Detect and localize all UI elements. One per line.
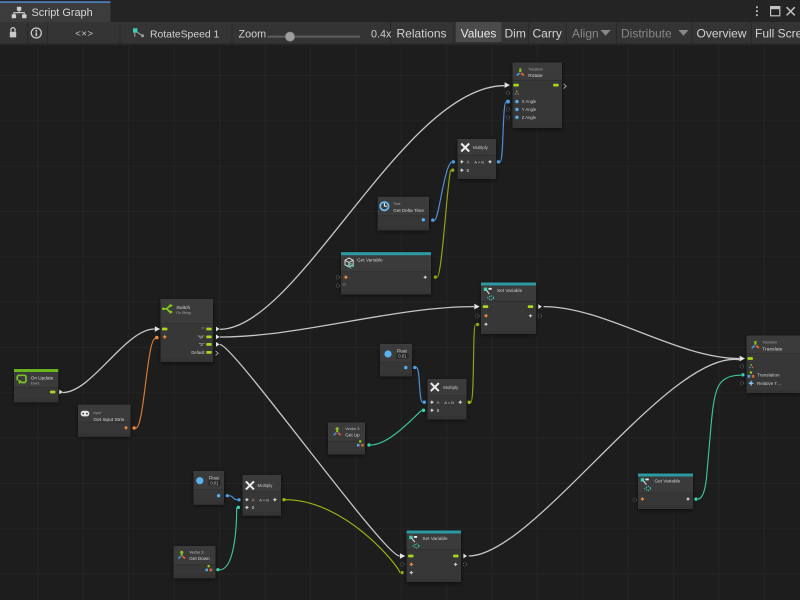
svg-text:X Angle: X Angle bbox=[522, 99, 537, 104]
svg-text:A: A bbox=[467, 159, 470, 164]
svg-text:On Update: On Update bbox=[31, 375, 54, 380]
svg-text:<×>: <×> bbox=[75, 29, 93, 40]
svg-text:Relative T…: Relative T… bbox=[757, 381, 782, 386]
svg-text:Overview: Overview bbox=[697, 26, 747, 40]
svg-text:Vector 3: Vector 3 bbox=[189, 550, 203, 555]
svg-text:Get Variable: Get Variable bbox=[655, 478, 681, 483]
svg-text:A × B: A × B bbox=[259, 497, 269, 502]
svg-text:B: B bbox=[437, 408, 440, 413]
svg-text:RotateSpeed 1: RotateSpeed 1 bbox=[150, 30, 220, 41]
svg-text:"": "" bbox=[202, 327, 205, 332]
svg-text:Translate: Translate bbox=[762, 347, 782, 353]
svg-text:Multiply: Multiply bbox=[258, 483, 274, 488]
svg-text:A: A bbox=[437, 400, 440, 405]
svg-text:Values: Values bbox=[461, 26, 497, 40]
svg-text:0.01: 0.01 bbox=[210, 481, 219, 486]
svg-text:Default: Default bbox=[191, 350, 205, 355]
svg-text:Full Scre: Full Scre bbox=[755, 26, 800, 40]
svg-text:Y Angle: Y Angle bbox=[522, 107, 537, 112]
svg-text:Set Variable: Set Variable bbox=[497, 288, 523, 293]
svg-text:Set Variable: Set Variable bbox=[422, 536, 448, 541]
svg-text:Get Input Strin: Get Input Strin bbox=[93, 417, 124, 423]
svg-text:Zoom: Zoom bbox=[239, 29, 267, 41]
svg-text:"S": "S" bbox=[199, 342, 205, 347]
svg-text:Distribute: Distribute bbox=[621, 26, 672, 40]
svg-text:Get Delta Time: Get Delta Time bbox=[393, 208, 424, 213]
svg-text:Rotate: Rotate bbox=[528, 73, 543, 79]
svg-text:Transform: Transform bbox=[762, 340, 777, 344]
svg-text:B: B bbox=[467, 168, 470, 173]
svg-text:On String: On String bbox=[176, 311, 190, 315]
svg-text:Script Graph: Script Graph bbox=[32, 7, 93, 19]
svg-text:Event: Event bbox=[31, 382, 40, 386]
svg-text:Time: Time bbox=[393, 202, 400, 206]
svg-text:Transform: Transform bbox=[528, 67, 543, 71]
svg-text:Switch: Switch bbox=[176, 305, 190, 310]
svg-text:Input: Input bbox=[93, 411, 100, 415]
svg-text:Get Variable: Get Variable bbox=[357, 258, 383, 263]
svg-text:Multiply: Multiply bbox=[443, 385, 459, 390]
svg-text:Translation: Translation bbox=[757, 373, 780, 378]
svg-text:Vector 3: Vector 3 bbox=[345, 426, 359, 431]
svg-text:Dim: Dim bbox=[505, 26, 526, 40]
svg-text:Multiply: Multiply bbox=[473, 145, 489, 150]
svg-text:Get Up: Get Up bbox=[345, 433, 360, 438]
svg-text:0.01: 0.01 bbox=[398, 354, 407, 359]
svg-text:A × B: A × B bbox=[474, 159, 484, 164]
svg-text:A × B: A × B bbox=[444, 400, 454, 405]
svg-text:0.4x: 0.4x bbox=[371, 29, 392, 41]
svg-text:Get Down: Get Down bbox=[189, 556, 210, 561]
svg-text:A: A bbox=[252, 497, 255, 502]
svg-text:Carry: Carry bbox=[533, 26, 562, 40]
svg-text:"W": "W" bbox=[198, 334, 205, 339]
svg-text:Align: Align bbox=[572, 26, 599, 40]
svg-text:Z Angle: Z Angle bbox=[522, 115, 537, 120]
svg-text:Relations: Relations bbox=[397, 26, 447, 40]
svg-text:B: B bbox=[252, 505, 255, 510]
